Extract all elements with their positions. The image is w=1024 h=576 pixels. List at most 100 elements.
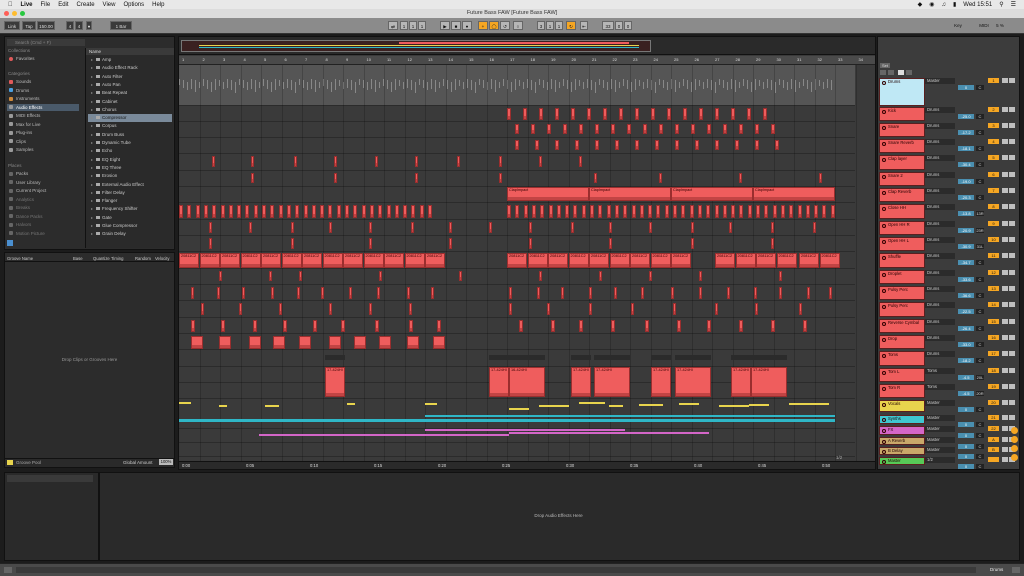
track-header[interactable]: Pulsy Perc <box>879 286 925 300</box>
audio-clip[interactable] <box>643 124 647 134</box>
track-activator-icon[interactable] <box>881 141 886 146</box>
arm-button[interactable] <box>1009 107 1015 112</box>
expand-arrow-icon[interactable]: ▸ <box>91 98 93 106</box>
track-activator-icon[interactable] <box>881 428 886 433</box>
track-number-button[interactable]: 1 <box>988 78 999 83</box>
groove-column-header[interactable]: Timing <box>111 255 123 262</box>
zoom-window-icon[interactable] <box>20 11 25 16</box>
place-item[interactable]: Packs <box>7 170 79 177</box>
audio-clip[interactable] <box>345 205 349 218</box>
groove-pool-icon[interactable] <box>7 460 13 465</box>
audio-clip[interactable] <box>611 320 615 332</box>
sends-icon[interactable] <box>1011 436 1018 443</box>
position-bar[interactable]: 1 <box>400 21 408 30</box>
solo-button[interactable] <box>1002 172 1008 177</box>
audio-clip[interactable] <box>561 287 564 299</box>
audio-clip[interactable] <box>814 205 819 218</box>
output-routing[interactable]: Drums <box>925 237 955 243</box>
empty-clip[interactable] <box>325 355 345 360</box>
volume-field[interactable]: 0 <box>958 422 974 427</box>
pan-field[interactable]: C <box>976 326 984 331</box>
output-routing[interactable]: 1/2 <box>925 457 955 463</box>
audio-clip[interactable] <box>507 205 511 218</box>
volume-field[interactable]: 0 <box>958 444 974 449</box>
device-list-item[interactable]: ▸ Filter Delay <box>88 189 172 197</box>
track-header[interactable]: Toms <box>879 351 925 366</box>
audio-clip[interactable] <box>283 320 287 332</box>
punch-icon[interactable] <box>906 70 912 75</box>
midi-clip[interactable] <box>347 403 355 405</box>
arm-button[interactable] <box>1009 204 1015 209</box>
audio-clip[interactable] <box>386 205 391 218</box>
audio-clip[interactable] <box>677 320 681 332</box>
device-list-item[interactable]: ▸ Erosion <box>88 172 172 180</box>
track-number-button[interactable]: 6 <box>988 172 999 177</box>
volume-field[interactable]: -33.6 <box>958 277 974 282</box>
track-activator-icon[interactable] <box>881 459 886 464</box>
device-list-item[interactable]: ▸ Glue Compressor <box>88 222 172 230</box>
audio-clip[interactable] <box>675 124 679 134</box>
audio-clip[interactable] <box>329 303 332 315</box>
output-routing[interactable]: Master <box>925 78 955 84</box>
device-list-item[interactable]: ▸ Echo <box>88 147 172 155</box>
audio-clip[interactable] <box>431 287 434 299</box>
position-beat[interactable]: 1 <box>409 21 417 30</box>
draw-mode-icon[interactable] <box>898 70 904 75</box>
pan-field[interactable]: C <box>976 444 984 449</box>
audio-clip[interactable] <box>407 336 419 349</box>
audio-clip[interactable] <box>419 205 424 218</box>
audio-clip[interactable] <box>547 303 550 315</box>
audio-clip[interactable] <box>409 320 413 332</box>
audio-clip[interactable] <box>433 336 445 349</box>
audio-clip[interactable] <box>723 124 727 134</box>
audio-clip[interactable] <box>321 287 324 299</box>
solo-button[interactable] <box>1002 457 1008 462</box>
audio-clip[interactable] <box>673 205 677 218</box>
track-header[interactable]: Drums <box>879 78 925 106</box>
audio-clip[interactable] <box>212 205 217 218</box>
track-activator-icon[interactable] <box>881 157 886 162</box>
expand-arrow-icon[interactable]: ▸ <box>91 81 93 89</box>
device-list-item[interactable]: ▸ Cabinet <box>88 98 172 106</box>
pan-field[interactable]: C <box>976 309 984 314</box>
midi-clip[interactable] <box>719 405 749 407</box>
audio-clip[interactable] <box>675 140 679 150</box>
category-item[interactable]: Clips <box>7 138 79 145</box>
audio-clip[interactable] <box>253 320 257 332</box>
track-header[interactable]: Snare 2 <box>879 172 925 186</box>
track-activator-icon[interactable] <box>881 417 886 422</box>
audio-clip[interactable]: 20811C2 <box>179 253 199 268</box>
track-header[interactable]: Open HH L <box>879 237 925 251</box>
audio-clip[interactable] <box>379 271 382 281</box>
device-list-item[interactable]: ▸ Auto Filter <box>88 73 172 81</box>
track-header[interactable]: Clap Reverb <box>879 188 925 202</box>
audio-clip[interactable] <box>655 140 659 150</box>
track-number-button[interactable]: 22 <box>988 426 999 431</box>
sig-denominator[interactable]: 4 <box>75 21 83 30</box>
key-map-button[interactable]: Key <box>948 21 968 30</box>
audio-clip[interactable] <box>378 205 383 218</box>
battery-icon[interactable]: ▮ <box>953 1 956 8</box>
volume-field[interactable]: -34.7 <box>958 260 974 265</box>
audio-clip[interactable] <box>278 205 283 218</box>
audio-clip[interactable] <box>579 124 583 134</box>
audio-clip[interactable] <box>707 320 711 332</box>
audio-clip[interactable] <box>649 271 652 281</box>
audio-clip[interactable] <box>539 156 542 167</box>
audio-clip[interactable] <box>341 320 345 332</box>
volume-field[interactable]: -20.9 <box>958 228 974 233</box>
groove-column-header[interactable]: Groove Name <box>7 255 33 262</box>
audio-clip[interactable]: 20811C2 <box>609 253 630 268</box>
stop-icon[interactable]: ■ <box>451 21 461 30</box>
audio-clip[interactable] <box>269 271 272 281</box>
track-number-button[interactable]: 21 <box>988 415 999 420</box>
audio-clip[interactable] <box>699 287 702 299</box>
audio-clip[interactable] <box>671 287 674 299</box>
audio-clip[interactable] <box>195 205 200 218</box>
audio-clip[interactable] <box>191 287 194 299</box>
pan-field[interactable]: C <box>976 454 984 459</box>
device-list-item[interactable]: ▸ Grain Delay <box>88 230 172 238</box>
audio-clip[interactable] <box>220 205 225 218</box>
track-header[interactable]: Kick <box>879 107 925 121</box>
audio-clip[interactable]: 20811C2 <box>776 253 797 268</box>
